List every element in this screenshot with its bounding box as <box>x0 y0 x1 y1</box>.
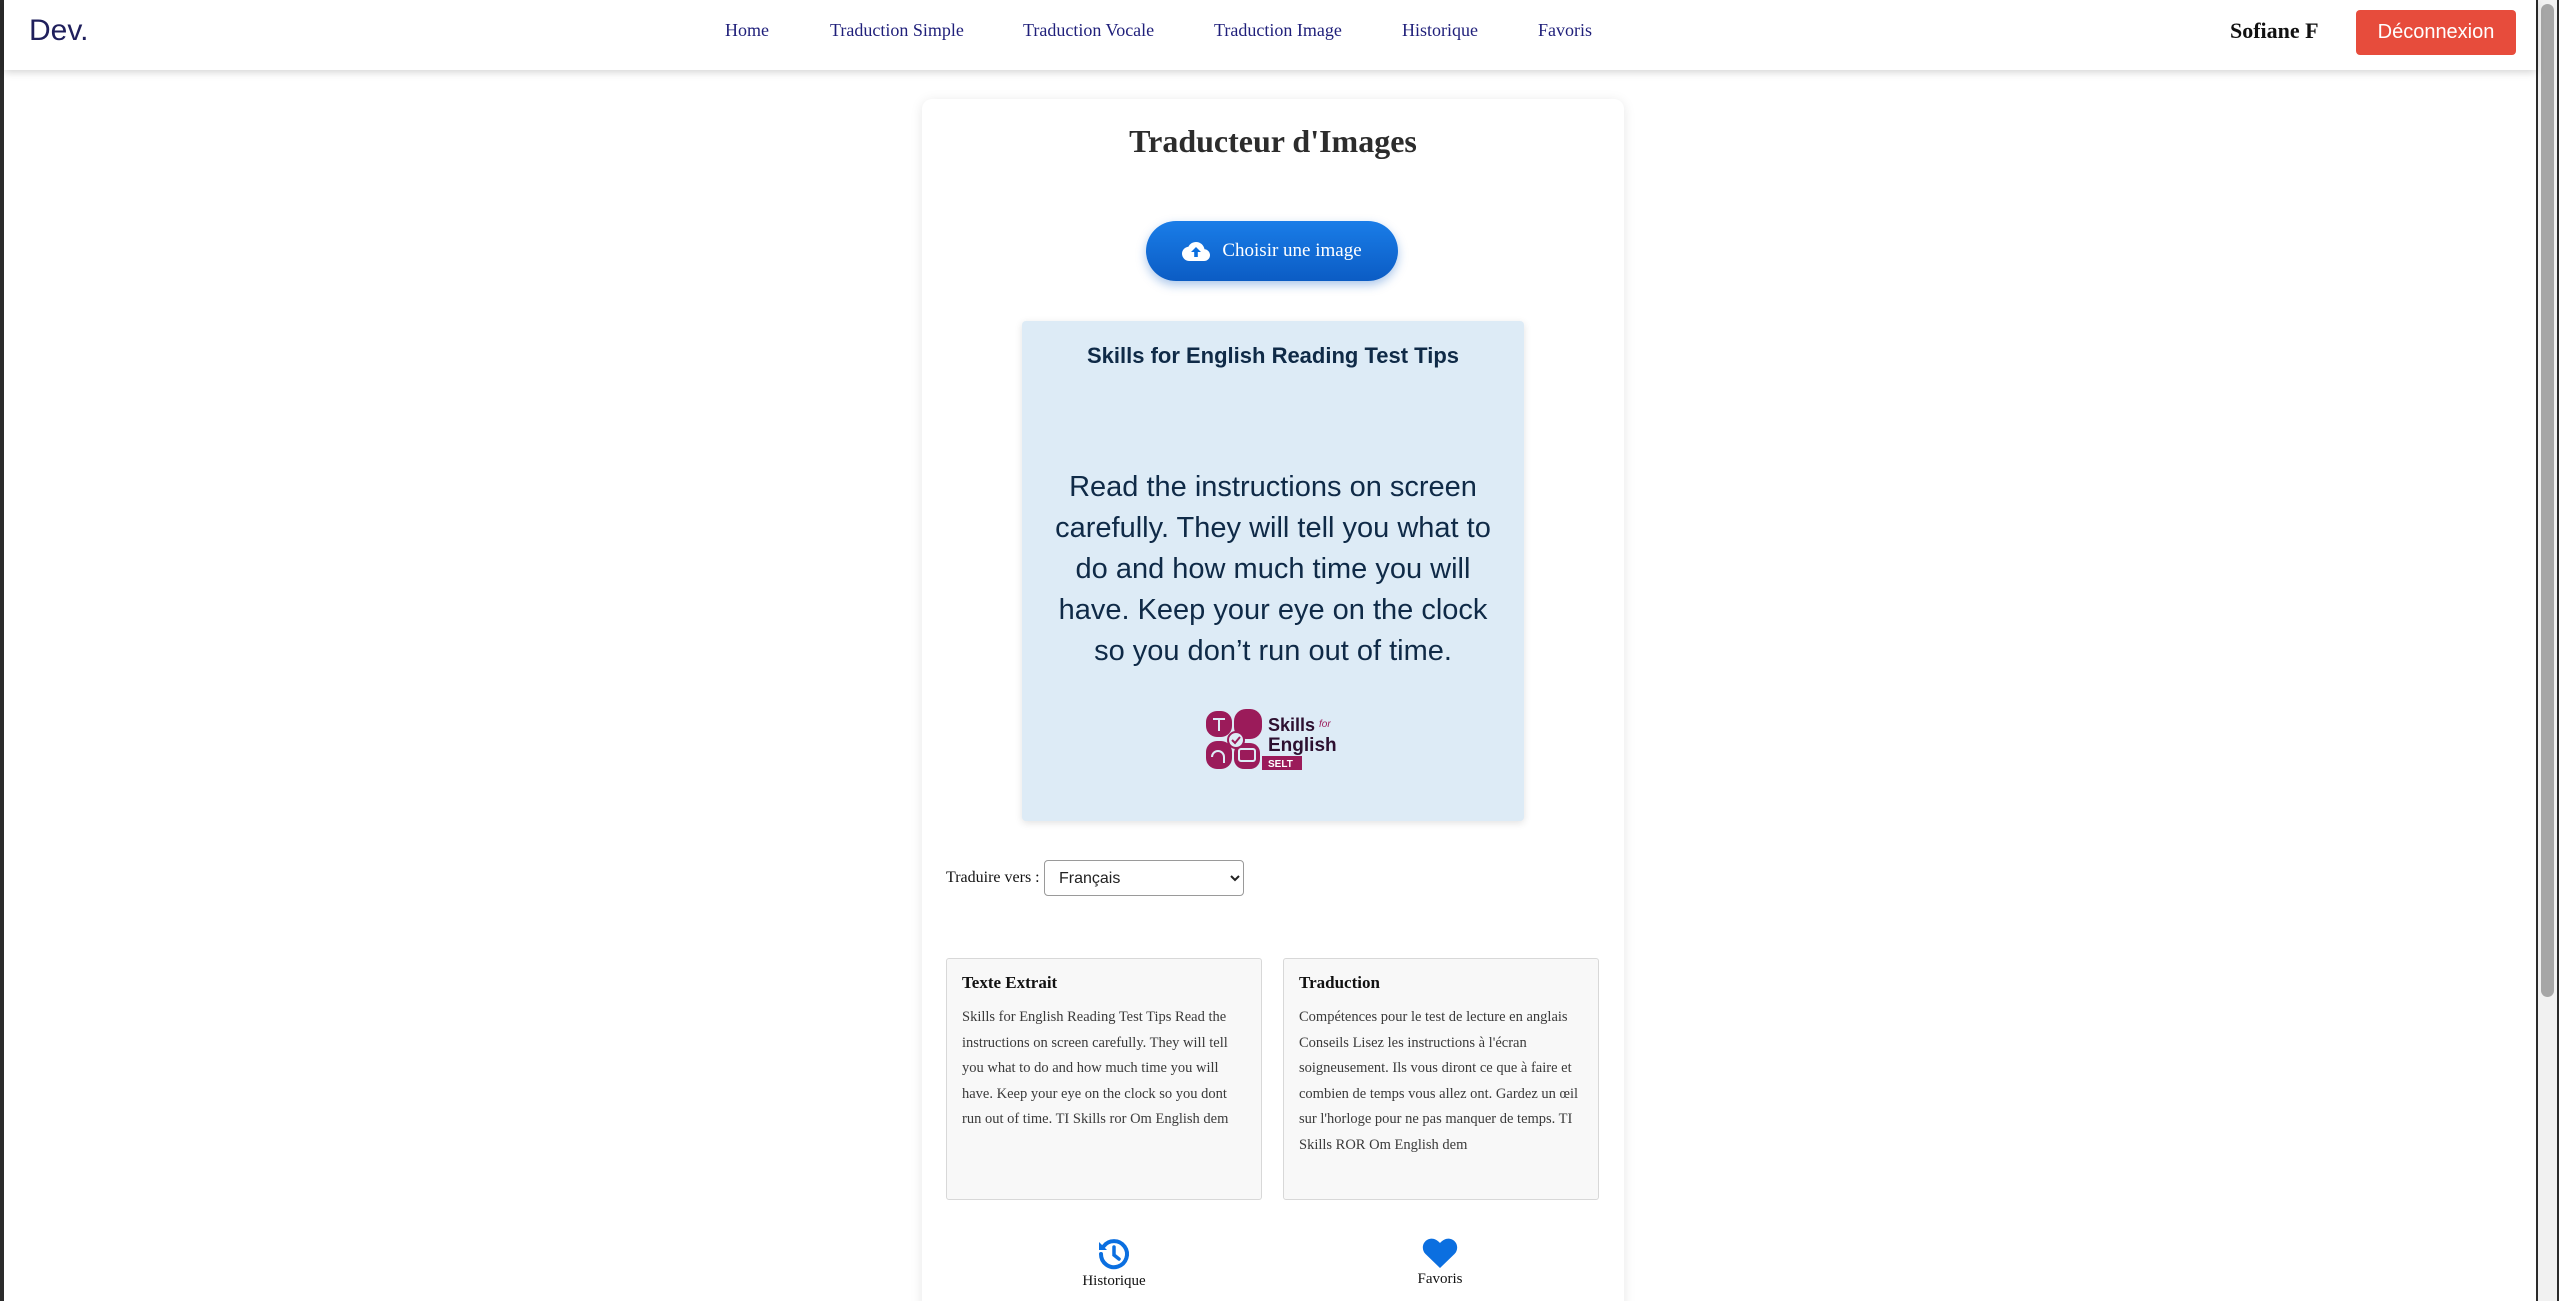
svg-text:for: for <box>1319 719 1331 730</box>
heart-icon <box>1422 1238 1458 1268</box>
target-language-select[interactable]: Français <box>1044 860 1244 896</box>
history-action[interactable]: Historique <box>1064 1237 1164 1290</box>
window-frame-left <box>0 0 4 1301</box>
extracted-text-box: Texte Extrait Skills for English Reading… <box>946 958 1262 1200</box>
logout-button[interactable]: Déconnexion <box>2356 10 2516 55</box>
svg-text:Skills: Skills <box>1268 715 1315 735</box>
scrollbar-thumb[interactable] <box>2541 4 2554 997</box>
preview-title: Skills for English Reading Test Tips <box>1086 343 1460 368</box>
nav-link-traduction-image[interactable]: Traduction Image <box>1214 20 1342 41</box>
cloud-upload-icon <box>1182 242 1211 261</box>
extracted-text-title: Texte Extrait <box>962 973 1058 992</box>
nav-link-favoris[interactable]: Favoris <box>1538 20 1592 41</box>
nav-link-historique[interactable]: Historique <box>1402 20 1478 41</box>
translation-box: Traduction Compétences pour le test de l… <box>1283 958 1599 1200</box>
history-label: Historique <box>1082 1273 1146 1289</box>
extracted-text-content: Skills for English Reading Test Tips Rea… <box>962 1009 1229 1128</box>
choose-image-label: Choisir une image <box>1222 240 1362 261</box>
choose-image-button[interactable]: Choisir une image <box>1146 221 1398 281</box>
translation-content: Compétences pour le test de lecture en a… <box>1299 1009 1579 1153</box>
skills-for-english-logo: Skills for English SELT <box>1206 709 1337 770</box>
navbar: Dev. Home Traduction Simple Traduction V… <box>4 0 2536 70</box>
uploaded-image-preview: Skills for English Reading Test Tips Rea… <box>1022 321 1524 821</box>
favorites-label: Favoris <box>1417 1271 1463 1287</box>
user-name: Sofiane F <box>2230 18 2319 43</box>
nav-link-traduction-simple[interactable]: Traduction Simple <box>830 20 964 41</box>
target-language-label: Traduire vers : <box>946 869 1040 886</box>
translation-title: Traduction <box>1299 973 1380 992</box>
history-icon <box>1098 1239 1129 1270</box>
nav-link-traduction-vocale[interactable]: Traduction Vocale <box>1023 20 1154 41</box>
nav-links: Home Traduction Simple Traduction Vocale… <box>4 20 2536 50</box>
svg-text:SELT: SELT <box>1268 759 1293 770</box>
preview-body-text: Read the instructions on screen carefull… <box>1055 471 1491 667</box>
svg-text:English: English <box>1268 735 1337 756</box>
nav-link-home[interactable]: Home <box>725 20 769 41</box>
page-title: Traducteur d'Images <box>1129 123 1417 159</box>
favorites-action[interactable]: Favoris <box>1390 1237 1490 1288</box>
image-translator-card: Traducteur d'Images Choisir une image Sk… <box>922 99 1624 1301</box>
